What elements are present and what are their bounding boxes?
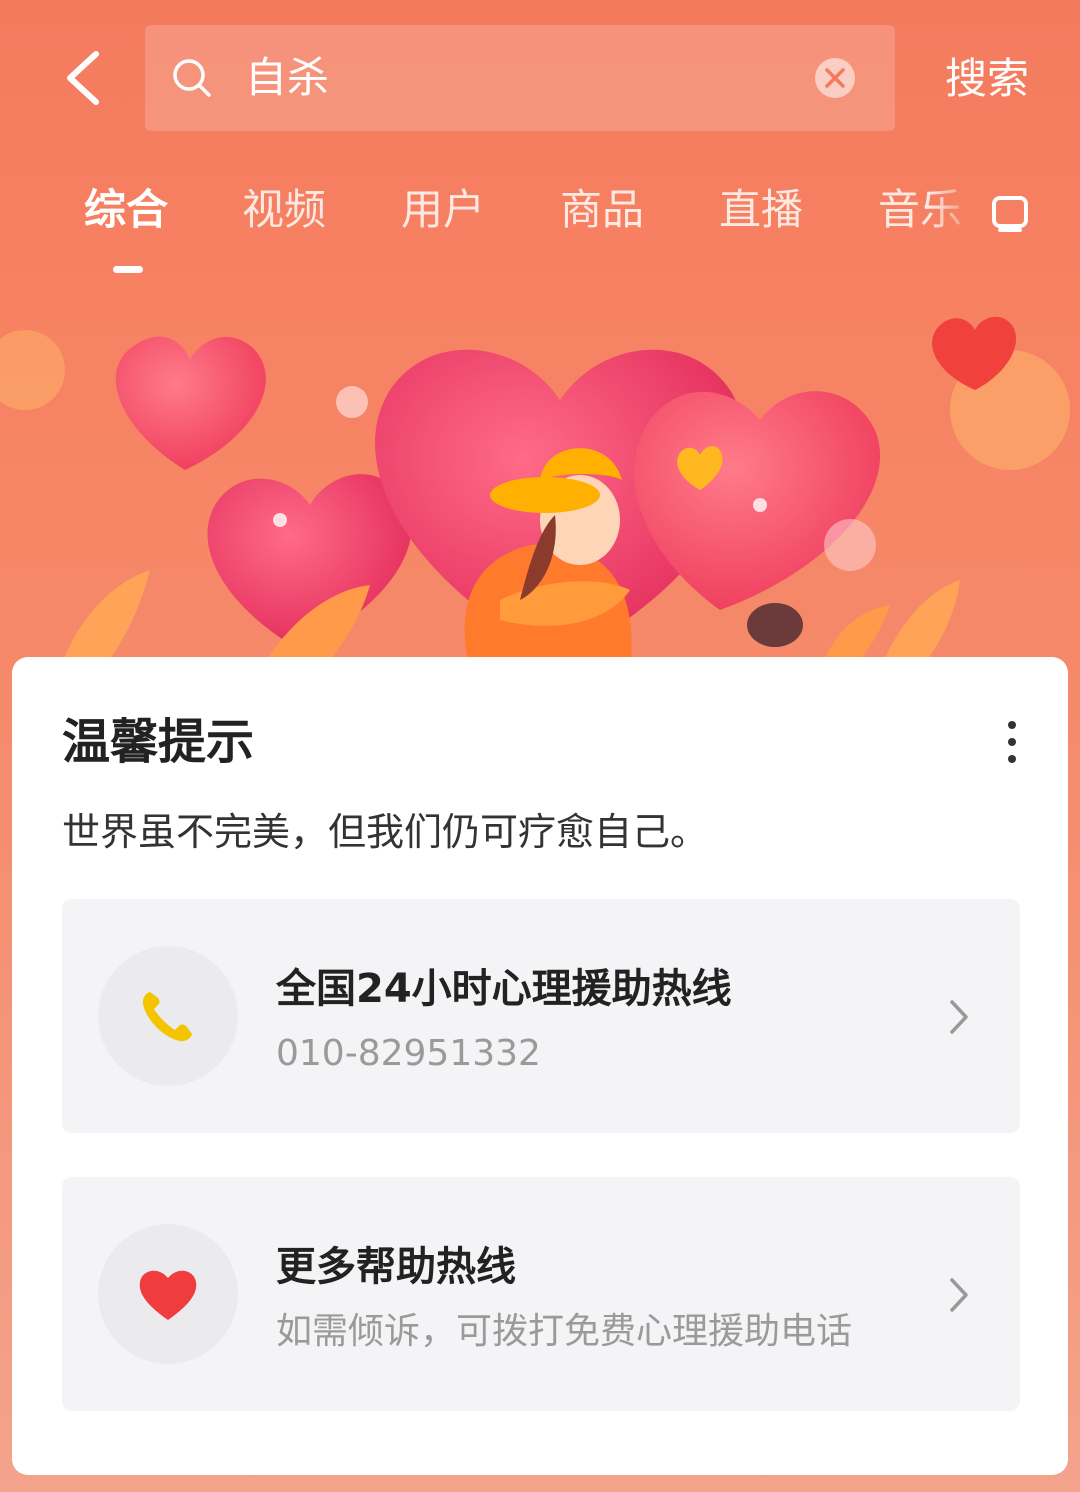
tab-products[interactable]: 商品 <box>560 180 644 240</box>
card-title: 温馨提示 <box>62 714 255 770</box>
more-hotlines-item[interactable]: 更多帮助热线 如需倾诉，可拨打免费心理援助电话 <box>62 1177 1020 1411</box>
card-subtitle: 世界虽不完美，但我们仍可疗愈自己。 <box>62 810 709 854</box>
heart-icon-circle <box>98 1224 238 1364</box>
tab-comprehensive[interactable]: 综合 <box>84 180 168 240</box>
phone-icon <box>142 992 192 1042</box>
chevron-right-icon <box>950 1278 968 1312</box>
tab-users[interactable]: 用户 <box>401 180 485 240</box>
tab-live[interactable]: 直播 <box>719 180 803 240</box>
active-tab-indicator <box>113 266 143 273</box>
chevron-right-icon <box>950 1000 968 1034</box>
tab-video[interactable]: 视频 <box>242 180 326 240</box>
warm-tip-card: 温馨提示 世界虽不完美，但我们仍可疗愈自己。 全国24小时心理援助热线 010-… <box>12 657 1068 1475</box>
tab-more-icon[interactable] <box>990 190 1030 234</box>
search-input[interactable]: 自杀 <box>245 49 329 107</box>
more-hotlines-description: 如需倾诉，可拨打免费心理援助电话 <box>276 1311 853 1352</box>
more-hotlines-title: 更多帮助热线 <box>276 1244 516 1290</box>
hotline-title: 全国24小时心理援助热线 <box>276 966 732 1012</box>
hotline-24h-item[interactable]: 全国24小时心理援助热线 010-82951332 <box>62 899 1020 1133</box>
heart-icon <box>139 1270 197 1320</box>
back-arrow-icon[interactable] <box>58 48 108 108</box>
search-button[interactable]: 搜索 <box>945 50 1029 108</box>
more-vertical-icon[interactable] <box>997 719 1027 765</box>
tab-fade-overlay <box>930 185 990 245</box>
top-bar: 自杀 搜索 <box>0 0 1080 150</box>
clear-icon[interactable] <box>813 56 857 100</box>
hero-illustration <box>0 316 1070 670</box>
tab-bar: 综合 视频 用户 商品 直播 音乐 <box>0 180 1080 280</box>
phone-icon-circle <box>98 946 238 1086</box>
search-box[interactable]: 自杀 <box>145 25 895 131</box>
hotline-number: 010-82951332 <box>276 1033 541 1074</box>
search-icon <box>173 59 211 97</box>
